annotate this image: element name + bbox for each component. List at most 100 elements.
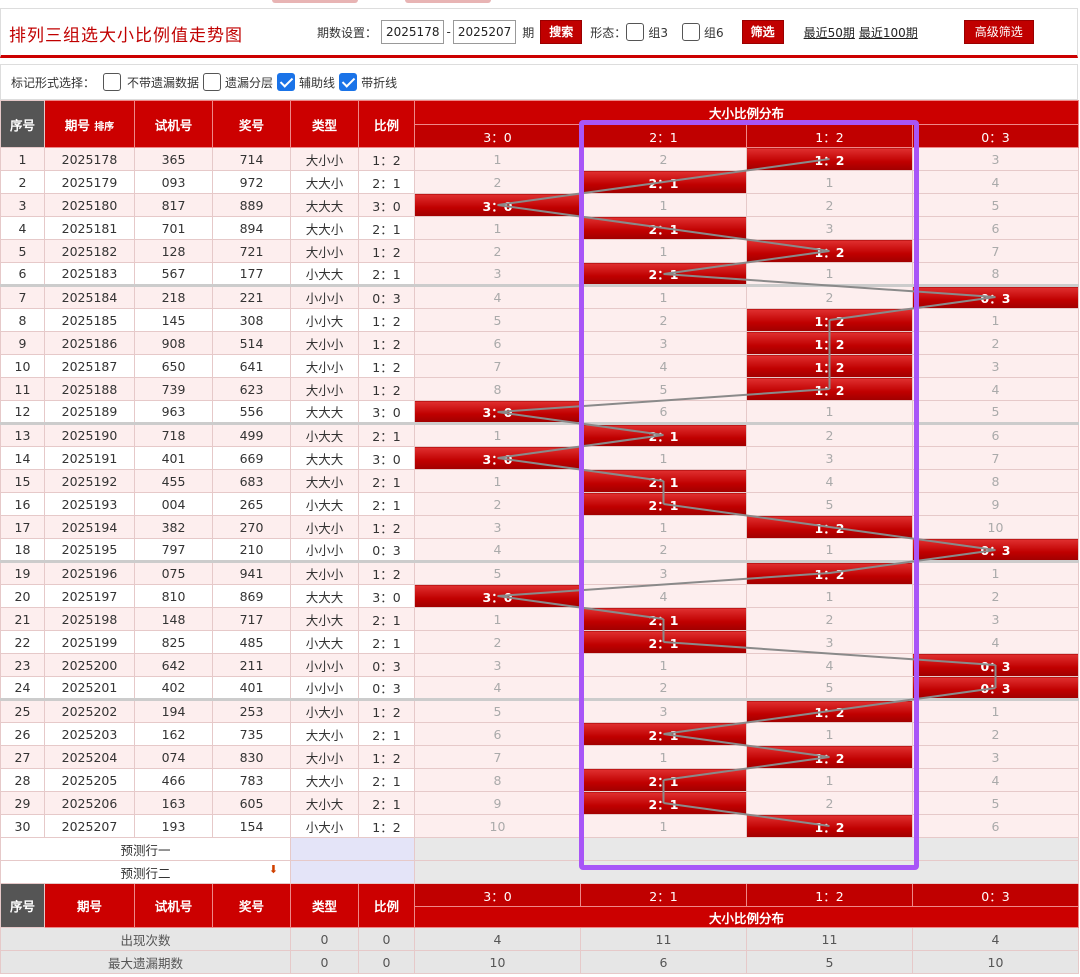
row-type: 大大大 — [290, 193, 359, 217]
row-ratio: 2：1 — [358, 422, 415, 447]
polyline-checkbox[interactable] — [339, 73, 358, 91]
stats-value: 10 — [414, 950, 581, 974]
distribution-miss-cell: 2 — [414, 630, 581, 654]
guide-line-checkbox[interactable] — [277, 73, 296, 91]
row-seq: 4 — [0, 216, 45, 240]
row-prize-number: 210 — [212, 538, 291, 562]
row-issue: 2025184 — [44, 284, 135, 309]
row-test-number: 163 — [134, 791, 213, 815]
row-test-number: 810 — [134, 584, 213, 608]
top-tab-stub[interactable] — [272, 0, 358, 3]
table-row: 29 2025206 163 605 大小大 2：1 9 2：1 2 5 — [0, 791, 1080, 815]
row-prize-number: 177 — [212, 262, 291, 286]
distribution-hit-cell: 1：2 — [746, 515, 913, 539]
distribution-miss-cell: 2 — [746, 422, 913, 447]
distribution-miss-cell: 2 — [911, 331, 1080, 355]
table-row: 1 2025178 365 714 大小小 1：2 1 2 1：2 3 — [0, 147, 1080, 171]
row-seq: 13 — [0, 422, 45, 447]
stats-type: 0 — [290, 950, 359, 974]
row-ratio: 1：2 — [358, 239, 415, 263]
distribution-miss-cell: 1 — [746, 262, 913, 286]
group3-checkbox[interactable] — [626, 23, 645, 41]
distribution-hit-cell: 1：2 — [746, 331, 913, 355]
distribution-hit-cell: 3：0 — [414, 193, 581, 217]
row-type: 大大小 — [290, 469, 359, 493]
footer-prize-header: 奖号 — [212, 883, 291, 928]
recent-100-link[interactable]: 最近100期 — [859, 24, 918, 41]
col-issue-header[interactable]: 期号 排序 — [44, 100, 135, 148]
table-row: 4 2025181 701 894 大大小 2：1 1 2：1 3 6 — [0, 216, 1080, 240]
recent-50-link[interactable]: 最近50期 — [804, 24, 855, 41]
distribution-miss-cell: 1 — [580, 653, 747, 677]
distribution-miss-cell: 4 — [414, 676, 581, 700]
distribution-miss-cell: 3 — [580, 331, 747, 355]
sort-button[interactable]: 排序 — [94, 122, 114, 133]
distribution-miss-cell: 1 — [746, 538, 913, 562]
table-row: 3 2025180 817 889 大大大 3：0 3：0 1 2 5 — [0, 193, 1080, 217]
dist-col-header: 0：3 — [911, 124, 1080, 148]
row-ratio: 0：3 — [358, 676, 415, 700]
distribution-hit-cell: 2：1 — [580, 469, 747, 493]
row-ratio: 3：0 — [358, 584, 415, 608]
group6-checkbox[interactable] — [681, 23, 700, 41]
distribution-miss-cell: 6 — [911, 814, 1080, 838]
row-type: 大大小 — [290, 722, 359, 746]
row-prize-number: 972 — [212, 170, 291, 194]
distribution-miss-cell: 3 — [580, 698, 747, 723]
row-test-number: 963 — [134, 400, 213, 424]
col-ratio-header: 比例 — [358, 100, 415, 148]
row-prize-number: 714 — [212, 147, 291, 171]
row-type: 大小小 — [290, 377, 359, 401]
row-ratio: 2：1 — [358, 722, 415, 746]
row-issue: 2025182 — [44, 239, 135, 263]
missing-layer-checkbox[interactable] — [203, 73, 222, 91]
row-type: 大大大 — [290, 400, 359, 424]
distribution-hit-cell: 1：2 — [746, 308, 913, 332]
distribution-hit-cell: 1：2 — [746, 560, 913, 585]
footer-distribution-header: 大小比例分布 — [413, 906, 1080, 928]
distribution-miss-cell: 4 — [911, 170, 1080, 194]
row-issue: 2025197 — [44, 584, 135, 608]
arrow-down-icon[interactable]: ⬇ — [269, 863, 278, 876]
period-label: 期数设置： — [317, 25, 378, 40]
row-ratio: 2：1 — [358, 216, 415, 240]
distribution-miss-cell: 2 — [746, 284, 913, 309]
row-prize-number: 221 — [212, 284, 291, 309]
search-button[interactable]: 搜索 — [540, 20, 583, 44]
period-end-input[interactable]: 2025207 — [452, 20, 517, 44]
distribution-miss-cell: 3 — [746, 446, 913, 470]
advanced-filter-button[interactable]: 高级筛选 — [963, 20, 1034, 44]
predict-distribution-cell[interactable] — [413, 837, 1080, 861]
row-ratio: 0：3 — [358, 653, 415, 677]
dist-col-header: 1：2 — [746, 124, 913, 148]
row-test-number: 365 — [134, 147, 213, 171]
row-type: 大小小 — [290, 745, 359, 769]
row-seq: 30 — [0, 814, 45, 838]
top-tab-stub[interactable] — [405, 0, 491, 3]
row-issue: 2025192 — [44, 469, 135, 493]
distribution-miss-cell: 1 — [746, 400, 913, 424]
distribution-hit-cell: 1：2 — [746, 814, 913, 838]
row-issue: 2025204 — [44, 745, 135, 769]
row-test-number: 650 — [134, 354, 213, 378]
row-test-number: 567 — [134, 262, 213, 286]
stats-value: 11 — [580, 927, 747, 951]
no-missing-data-checkbox[interactable] — [103, 73, 122, 91]
row-seq: 24 — [0, 676, 45, 700]
period-start-input[interactable]: 2025178 — [381, 20, 445, 44]
row-type: 大大小 — [290, 216, 359, 240]
predict-input-cell[interactable] — [290, 837, 415, 861]
distribution-hit-cell: 2：1 — [580, 768, 747, 792]
filter-button[interactable]: 筛选 — [741, 20, 784, 44]
predict-distribution-cell[interactable] — [413, 860, 1080, 884]
row-issue: 2025199 — [44, 630, 135, 654]
row-test-number: 074 — [134, 745, 213, 769]
row-test-number: 642 — [134, 653, 213, 677]
predict-input-cell[interactable] — [290, 860, 415, 884]
row-test-number: 128 — [134, 239, 213, 263]
row-prize-number: 889 — [212, 193, 291, 217]
footer-dist-col: 3：0 — [414, 883, 581, 907]
dist-col-header: 3：0 — [414, 124, 581, 148]
distribution-hit-cell: 2：1 — [580, 630, 747, 654]
row-issue: 2025185 — [44, 308, 135, 332]
